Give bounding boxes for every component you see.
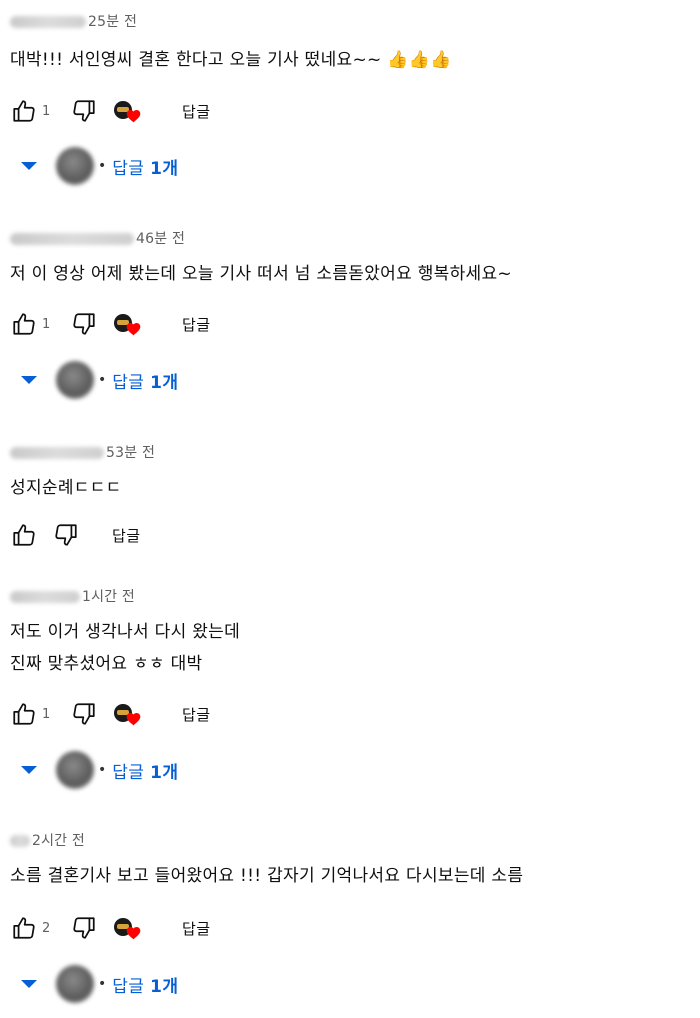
reply-button[interactable]: 답글: [182, 704, 211, 725]
replies-count[interactable]: 답글 1개: [112, 154, 178, 179]
caret-down-icon: [21, 766, 37, 774]
dislike-button[interactable]: [68, 913, 100, 943]
dislike-button[interactable]: [68, 96, 100, 126]
comment-text: 저 이 영상 어제 봤는데 오늘 기사 떠서 넘 소름돋았어요 행복하세요~: [10, 264, 512, 284]
comment-actions: 2 답글: [8, 913, 211, 943]
view-replies-toggle[interactable]: • 답글 1개: [20, 361, 178, 399]
thumb-down-icon: [73, 703, 95, 725]
caret-down-icon: [21, 162, 37, 170]
creator-heart-icon: [126, 323, 141, 336]
comment-text-line-2: 진짜 맞추셨어요 ㅎㅎ 대박: [10, 654, 203, 674]
like-button[interactable]: [8, 520, 40, 550]
like-count: 1: [42, 103, 51, 119]
comment-meta: 2시간 전: [10, 829, 85, 851]
replies-count[interactable]: 답글 1개: [112, 368, 178, 393]
reply-author-avatar: [56, 965, 94, 1003]
creator-heart: [112, 96, 142, 126]
comment-text: 대박!!! 서인영씨 결혼 한다고 오늘 기사 떴네요~~ 👍👍👍: [10, 50, 452, 70]
view-replies-toggle[interactable]: • 답글 1개: [20, 147, 178, 185]
reply-button[interactable]: 답글: [112, 525, 141, 546]
comment-meta: 25분 전: [10, 10, 137, 32]
creator-heart: [112, 699, 142, 729]
like-count: 1: [42, 316, 51, 332]
reply-author-avatar: [56, 751, 94, 789]
thumb-down-icon: [55, 524, 77, 546]
reply-author-avatar: [56, 147, 94, 185]
like-button[interactable]: [8, 96, 40, 126]
reply-button[interactable]: 답글: [182, 314, 211, 335]
comment-text: 소름 결혼기사 보고 들어왔어요 !!! 갑자기 기억나서요 다시보는데 소름: [10, 866, 524, 886]
creator-heart: [112, 309, 142, 339]
comment-meta: 46분 전: [10, 227, 185, 249]
view-replies-toggle[interactable]: • 답글 1개: [20, 751, 178, 789]
author-name-blurred[interactable]: [10, 591, 80, 603]
like-button[interactable]: [8, 699, 40, 729]
author-name-blurred[interactable]: [10, 16, 86, 28]
creator-heart-icon: [126, 110, 141, 123]
dislike-button[interactable]: [68, 309, 100, 339]
thumb-up-icon: [13, 524, 35, 546]
comment-meta: 1시간 전: [10, 585, 135, 607]
dislike-button[interactable]: [68, 699, 100, 729]
thumb-up-icon: [13, 703, 35, 725]
like-count: 1: [42, 706, 51, 722]
creator-heart-icon: [126, 927, 141, 940]
like-count: 2: [42, 920, 51, 936]
comment-text: 성지순례ㄷㄷㄷ: [10, 478, 122, 498]
author-name-blurred[interactable]: [10, 447, 104, 459]
comment-time[interactable]: 53분 전: [106, 442, 155, 462]
comment-actions: 1 답글: [8, 309, 211, 339]
comment-time[interactable]: 2시간 전: [32, 830, 85, 850]
author-name-blurred[interactable]: [10, 233, 134, 245]
comment-actions: 1 답글: [8, 699, 211, 729]
replies-count[interactable]: 답글 1개: [112, 758, 178, 783]
comment-meta: 53분 전: [10, 441, 155, 463]
thumb-up-icon: [13, 917, 35, 939]
comment-text-line-1: 저도 이거 생각나서 다시 왔는데: [10, 622, 241, 642]
reply-button[interactable]: 답글: [182, 918, 211, 939]
like-button[interactable]: [8, 309, 40, 339]
thumb-down-icon: [73, 917, 95, 939]
thumb-down-icon: [73, 313, 95, 335]
reply-button[interactable]: 답글: [182, 101, 211, 122]
thumb-up-icon: [13, 313, 35, 335]
comment-time[interactable]: 25분 전: [88, 11, 137, 31]
caret-down-icon: [21, 980, 37, 988]
reply-author-avatar: [56, 361, 94, 399]
comment-time[interactable]: 1시간 전: [82, 586, 135, 606]
creator-heart-icon: [126, 713, 141, 726]
comment-time[interactable]: 46분 전: [136, 228, 185, 248]
creator-heart: [112, 913, 142, 943]
author-name-blurred[interactable]: [10, 835, 30, 847]
thumb-up-icon: [13, 100, 35, 122]
view-replies-toggle[interactable]: • 답글 1개: [20, 965, 178, 1003]
caret-down-icon: [21, 376, 37, 384]
like-button[interactable]: [8, 913, 40, 943]
replies-count[interactable]: 답글 1개: [112, 972, 178, 997]
comment-actions: 답글: [8, 520, 141, 550]
dislike-button[interactable]: [50, 520, 82, 550]
thumb-down-icon: [73, 100, 95, 122]
comment-actions: 1 답글: [8, 96, 211, 126]
